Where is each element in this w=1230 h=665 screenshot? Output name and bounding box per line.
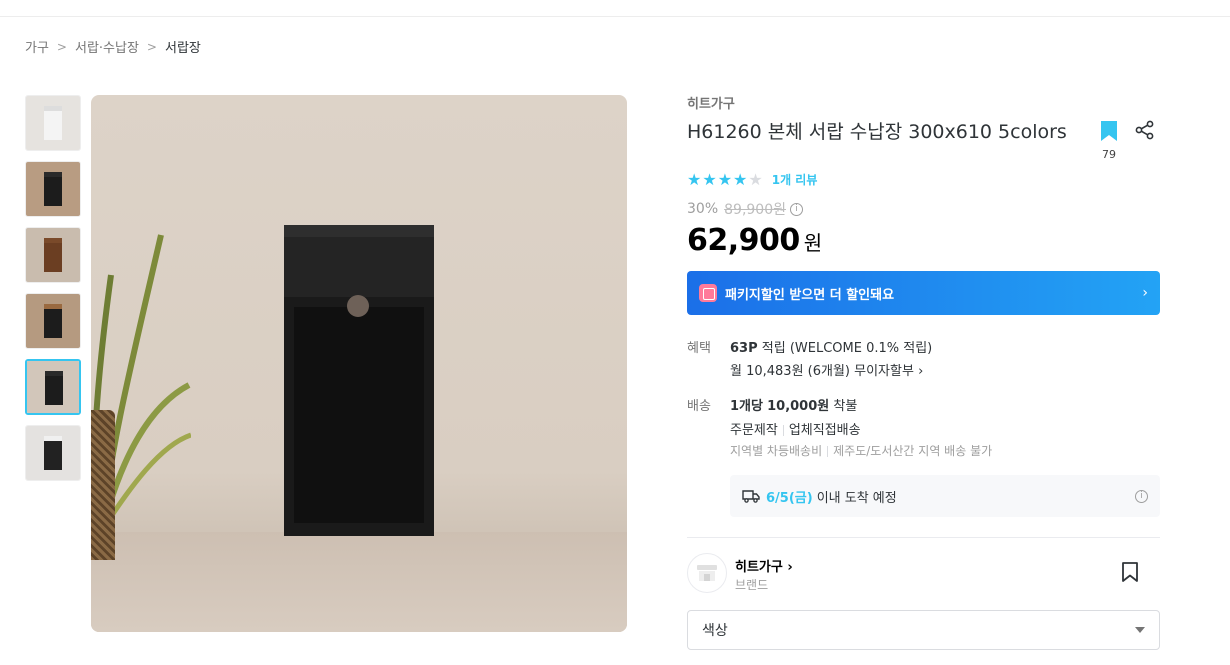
shipping-type-2: 업체직접배송	[788, 423, 861, 438]
divider	[827, 446, 829, 457]
delivery-estimate: 6/5(금) 이내 도착 예정 i	[730, 475, 1160, 517]
brand-avatar[interactable]	[687, 553, 727, 593]
color-option-label: 색상	[702, 623, 728, 639]
benefit-label: 혜택	[687, 341, 711, 356]
brand-bookmark-button[interactable]	[1121, 561, 1139, 587]
installment-text: 월 10,483원 (6개월) 무이자할부	[730, 364, 914, 379]
brand-link[interactable]: 히트가구	[687, 93, 735, 112]
thumbnail-2[interactable]	[25, 161, 81, 217]
shipping-type-1: 주문제작	[730, 423, 778, 438]
benefit-points: 63P 적립 (WELCOME 0.1% 적립)	[730, 337, 932, 356]
star-empty-icon: ★	[748, 169, 763, 189]
thumbnail-1[interactable]	[25, 95, 81, 151]
brand-name: 히트가구	[735, 560, 783, 575]
product-title: H61260 본체 서랍 수납장 300x610 5colors	[687, 121, 1067, 143]
shipping-label: 배송	[687, 399, 711, 414]
shipping-notes: 지역별 차등배송비 제주도/도서산간 지역 배송 불가	[730, 442, 992, 459]
section-divider	[687, 537, 1160, 538]
discount-rate: 30%	[687, 201, 719, 217]
header-divider	[0, 16, 1230, 17]
breadcrumb: 가구 > 서랍·수납장 > 서랍장	[25, 37, 201, 57]
sale-price: 62,900 원	[687, 223, 822, 258]
bookmark-filled-icon	[1101, 121, 1117, 141]
price-unit: 원	[803, 231, 823, 255]
breadcrumb-item-drawer[interactable]: 서랍장	[165, 37, 201, 56]
star-icon: ★	[687, 169, 702, 189]
chevron-right-icon: ›	[1142, 285, 1148, 301]
thumbnail-list	[25, 95, 81, 491]
shipping-type: 주문제작 업체직접배송	[730, 419, 861, 438]
chevron-right-icon: >	[56, 39, 67, 54]
bookmark-outline-icon	[1122, 562, 1138, 582]
store-icon	[697, 565, 717, 581]
info-icon[interactable]: i	[790, 202, 803, 216]
shipping-note-1: 지역별 차등배송비	[730, 444, 823, 458]
star-icon: ★	[733, 169, 748, 189]
star-icon: ★	[717, 169, 733, 189]
shipping-fee: 1개당 10,000원 착불	[730, 395, 857, 414]
basket-decoration	[91, 410, 115, 560]
installment-link[interactable]: 월 10,483원 (6개월) 무이자할부 ›	[730, 360, 923, 379]
thumbnail-5[interactable]	[25, 359, 81, 415]
points-text: 적립 (WELCOME 0.1% 적립)	[761, 341, 933, 356]
floor	[91, 532, 627, 632]
share-icon	[1135, 120, 1154, 140]
price-value: 62,900	[687, 223, 800, 258]
color-option-select[interactable]: 색상	[687, 610, 1160, 650]
share-button[interactable]	[1135, 120, 1155, 144]
drawer-handle-hole	[347, 295, 369, 317]
thumbnail-4[interactable]	[25, 293, 81, 349]
package-discount-banner[interactable]: 패키지할인 받으면 더 할인돼요 ›	[687, 271, 1160, 315]
points-value: 63P	[730, 341, 758, 356]
shipping-fee-suffix: 착불	[833, 399, 858, 414]
chevron-right-icon: ›	[918, 364, 924, 379]
breadcrumb-item-storage[interactable]: 서랍·수납장	[75, 37, 139, 56]
shipping-note-2: 제주도/도서산간 지역 배송 불가	[833, 444, 993, 458]
cabinet-drawer	[284, 225, 434, 297]
info-icon[interactable]: i	[1135, 489, 1148, 503]
original-price: 89,900원	[724, 202, 786, 218]
delivery-date: 6/5(금)	[766, 490, 813, 506]
review-count-link[interactable]: 1개 리뷰	[772, 171, 818, 188]
brand-name-link[interactable]: 히트가구 ›	[735, 556, 793, 575]
bookmark-count: 79	[1102, 148, 1116, 161]
breadcrumb-item-furniture[interactable]: 가구	[25, 37, 49, 56]
thumbnail-3[interactable]	[25, 227, 81, 283]
delivery-text: 이내 도착 예정	[816, 490, 897, 506]
rating[interactable]: ★ ★ ★ ★ ★ 1개 리뷰	[687, 171, 817, 188]
truck-icon	[742, 490, 760, 503]
package-icon	[699, 284, 717, 302]
brand-caption: 브랜드	[735, 578, 769, 592]
bookmark-button[interactable]: 79	[1097, 120, 1121, 161]
shipping-fee-value: 10,000원	[767, 399, 830, 414]
package-banner-text: 패키지할인 받으면 더 할인돼요	[725, 287, 895, 303]
star-icon: ★	[702, 169, 717, 189]
caret-down-icon	[1135, 627, 1145, 633]
cabinet-open-shelf	[294, 307, 424, 523]
chevron-right-icon: >	[146, 39, 157, 54]
thumbnail-6[interactable]	[25, 425, 81, 481]
divider	[782, 425, 784, 436]
shipping-fee-prefix: 1개당	[730, 399, 763, 414]
main-product-image[interactable]	[91, 95, 627, 632]
price-discount-row: 30% 89,900원 i	[687, 199, 803, 219]
chevron-right-icon: ›	[787, 560, 793, 575]
